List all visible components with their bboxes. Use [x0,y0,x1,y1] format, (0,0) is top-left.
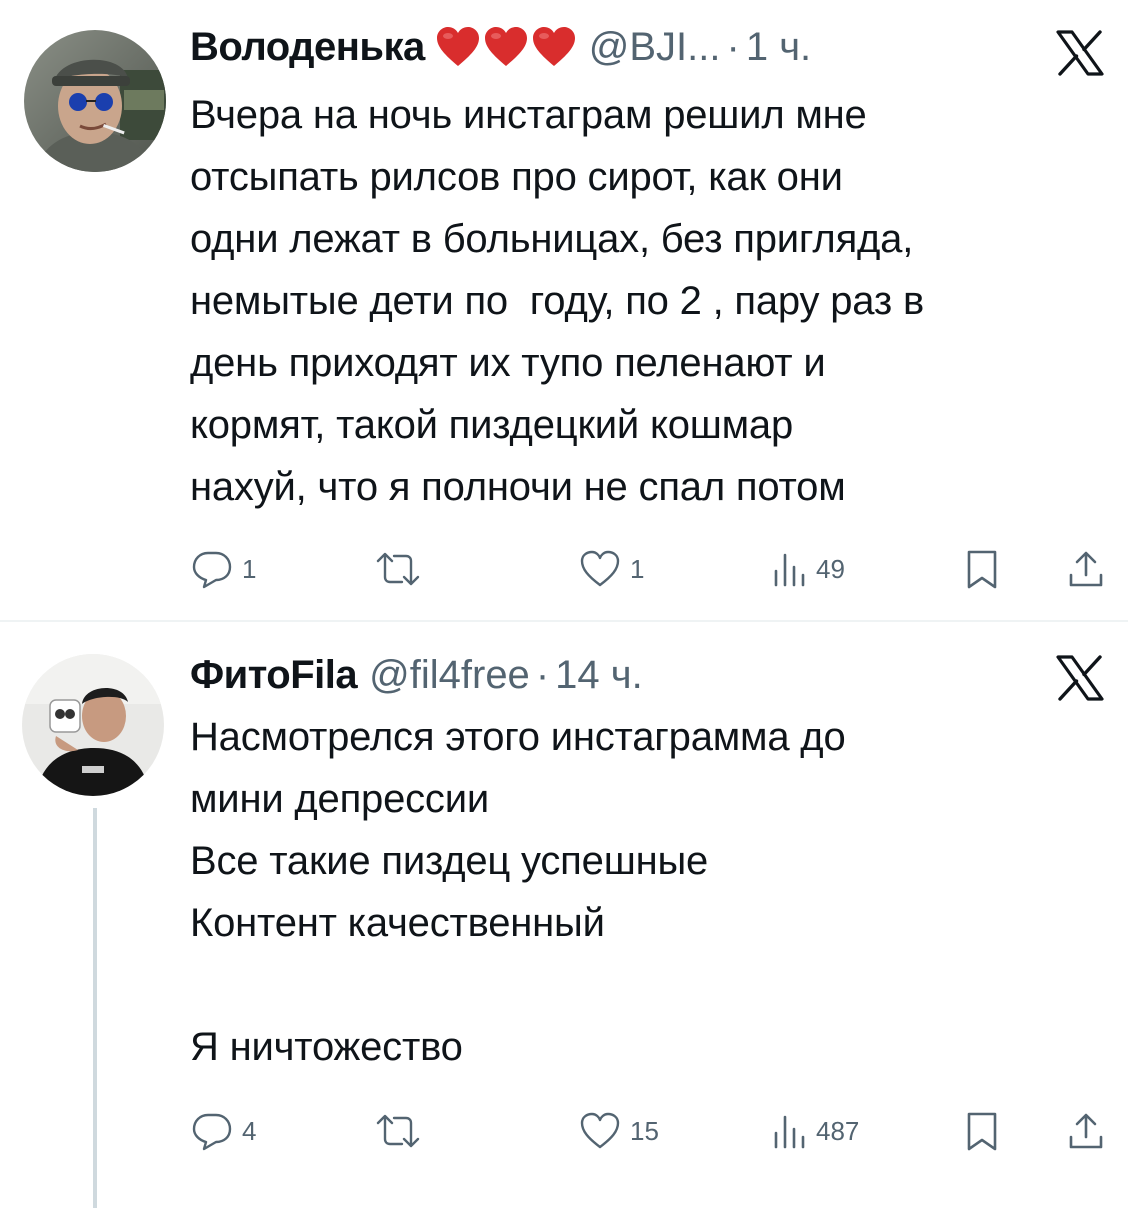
bookmark-icon [967,550,997,589]
bar-chart-icon [774,1115,805,1149]
speech-bubble-icon [192,551,232,589]
avatar-photo [24,30,166,172]
like-count: 15 [630,1115,659,1146]
views-count: 487 [816,1115,860,1146]
bookmark-button[interactable] [962,1106,1002,1156]
retweet-arrows-icon [376,552,420,586]
tweet[interactable]: ФитоFila @fil4free · 14 ч. Насмотрелся э… [0,622,1128,1208]
views-button[interactable]: 487 [768,1106,859,1156]
retweet-button[interactable] [374,1106,430,1156]
reply-button[interactable]: 4 [190,1106,256,1156]
display-name[interactable]: ФитоFila [190,653,358,698]
tweet-text: Насмотрелся этого инстаграмма до мини де… [190,715,846,1069]
x-logo-icon [1056,30,1104,76]
tweet-text: Вчера на ночь инстаграм решил мне отсыпа… [190,93,924,509]
like-button[interactable]: 15 [578,1106,659,1156]
avatar[interactable] [22,654,164,796]
bar-chart-icon [774,553,805,587]
tweet-header: ФитоFila @fil4free · 14 ч. [190,648,643,702]
tweet-header: Володенька @BJI... · 1 ч. [190,20,811,74]
speech-bubble-icon [192,1113,232,1151]
share-button[interactable] [1066,544,1106,594]
thread-line [93,808,97,1208]
user-handle[interactable]: @BJI... [589,25,721,70]
heart-icon [532,27,575,66]
avatar-photo [22,654,164,796]
avatar[interactable] [24,30,166,172]
reply-count: 1 [242,553,257,584]
tweet-actions: 4 15 487 [190,1106,1104,1156]
bookmark-button[interactable] [962,544,1002,594]
share-button[interactable] [1066,1106,1106,1156]
retweet-button[interactable] [374,544,430,594]
views-count: 49 [816,553,845,584]
heart-icon [436,27,479,66]
heart-icon [484,27,527,66]
separator-dot: · [726,24,740,69]
separator-dot: · [535,652,550,697]
name-emoji-group [435,25,577,69]
x-logo-icon [1056,655,1104,701]
share-upload-icon [1069,551,1103,587]
display-name[interactable]: Володенька [190,25,425,70]
tweet-actions: 1 1 49 [190,544,1104,594]
user-handle[interactable]: @fil4free [369,653,530,698]
views-button[interactable]: 49 [768,544,845,594]
like-button[interactable]: 1 [578,544,644,594]
reply-count: 4 [242,1115,257,1146]
like-count: 1 [630,553,645,584]
timestamp[interactable]: 14 ч. [555,653,643,698]
bookmark-icon [967,1112,997,1151]
tweet[interactable]: Володенька @BJI... · 1 ч. Вчера на ночь … [0,0,1128,620]
timestamp[interactable]: 1 ч. [746,25,811,70]
retweet-arrows-icon [376,1114,420,1148]
reply-button[interactable]: 1 [190,544,256,594]
share-upload-icon [1069,1113,1103,1149]
heart-outline-icon [580,1112,620,1149]
heart-outline-icon [580,550,620,587]
